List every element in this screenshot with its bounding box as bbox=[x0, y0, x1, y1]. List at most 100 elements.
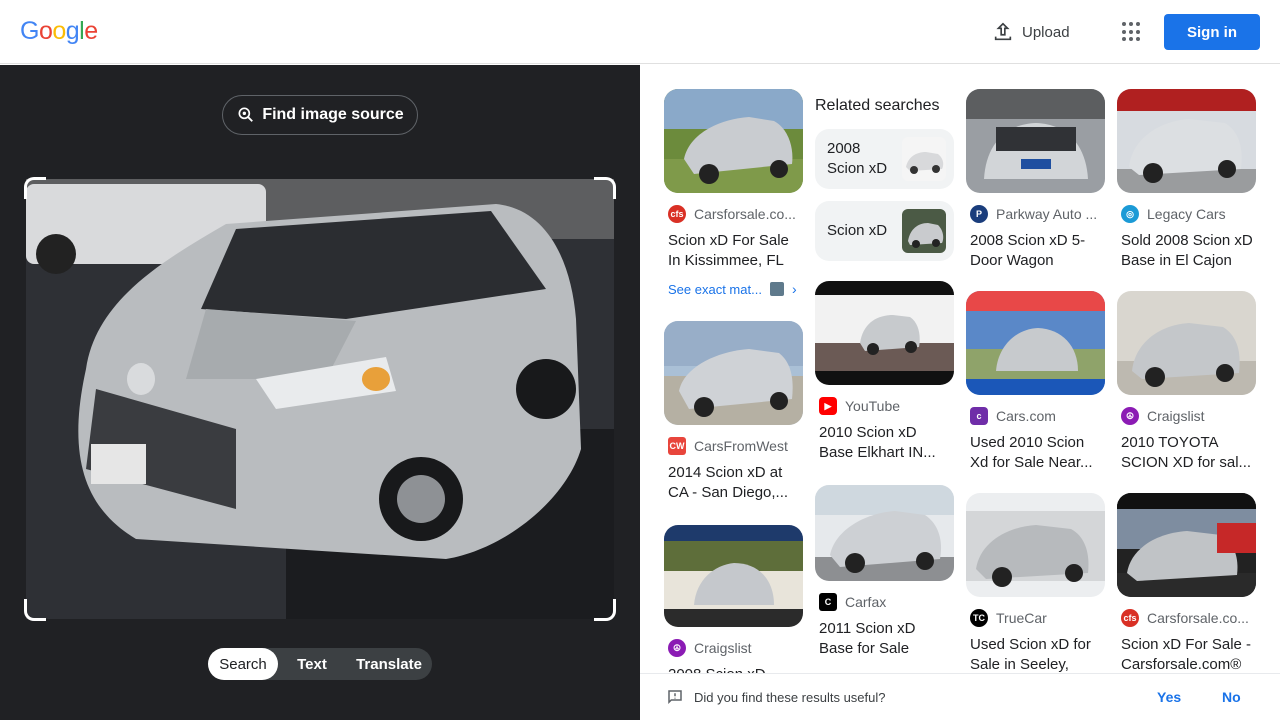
result-source: ◎ Legacy Cars bbox=[1121, 205, 1256, 223]
result-title[interactable]: Scion xD For Sale - Carsforsale.com® bbox=[1121, 635, 1253, 675]
related-search-label: 2008 Scion xD bbox=[827, 140, 888, 177]
carfax-icon: C bbox=[819, 593, 837, 611]
source-name: Parkway Auto ... bbox=[996, 206, 1098, 222]
upload-label: Upload bbox=[1022, 23, 1070, 41]
find-image-source-button[interactable]: Find image source bbox=[222, 95, 418, 135]
result-title[interactable]: Scion xD For Sale In Kissimmee, FL -... bbox=[668, 231, 800, 271]
find-image-source-label: Find image source bbox=[262, 106, 404, 123]
result-card[interactable]: c Cars.com Used 2010 Scion Xd for Sale N… bbox=[966, 291, 1105, 473]
crop-handle-bottom-right[interactable] bbox=[594, 599, 616, 621]
result-thumbnail[interactable] bbox=[966, 89, 1105, 193]
related-search-chip[interactable]: Scion xD bbox=[815, 201, 954, 261]
carsforsale-icon: cfs bbox=[668, 205, 686, 223]
feedback-question: Did you find these results useful? bbox=[694, 689, 886, 705]
tab-search[interactable]: Search bbox=[208, 648, 278, 680]
see-exact-matches-label: See exact mat... bbox=[668, 281, 762, 297]
result-source: c Cars.com bbox=[970, 407, 1105, 425]
truecar-icon: TC bbox=[970, 609, 988, 627]
feedback-bar: Did you find these results useful? Yes N… bbox=[640, 673, 1280, 720]
exact-match-thumbnail bbox=[769, 282, 784, 296]
craigslist-icon: ☮ bbox=[1121, 407, 1139, 425]
crop-handle-top-right[interactable] bbox=[594, 177, 616, 199]
source-name: YouTube bbox=[845, 398, 901, 414]
chevron-right-icon: › bbox=[791, 281, 797, 297]
result-thumbnail[interactable] bbox=[815, 485, 954, 581]
feedback-yes-button[interactable]: Yes bbox=[1157, 689, 1181, 705]
source-name: CarsFromWest bbox=[694, 438, 788, 454]
result-card[interactable]: C Carfax 2011 Scion xD Base for Sale (wi… bbox=[815, 485, 954, 659]
result-thumbnail[interactable] bbox=[1117, 89, 1256, 193]
related-search-thumbnail bbox=[902, 209, 946, 253]
related-search-thumbnail bbox=[902, 137, 946, 181]
craigslist-icon: ☮ bbox=[668, 639, 686, 657]
upload-button[interactable]: Upload bbox=[992, 20, 1070, 44]
feedback-no-button[interactable]: No bbox=[1222, 689, 1241, 705]
result-thumbnail[interactable] bbox=[664, 525, 803, 627]
carsfromwest-icon: CW bbox=[668, 437, 686, 455]
see-exact-matches-link[interactable]: See exact mat... › bbox=[668, 281, 797, 297]
result-source: ☮ Craigslist bbox=[1121, 407, 1256, 425]
query-image[interactable] bbox=[26, 179, 614, 619]
legacy-cars-icon: ◎ bbox=[1121, 205, 1139, 223]
result-card[interactable]: P Parkway Auto ... 2008 Scion xD 5-Door … bbox=[966, 89, 1105, 271]
result-title[interactable]: 2010 TOYOTA SCION XD for sal... bbox=[1121, 433, 1253, 473]
top-bar: Google Upload Sign in bbox=[0, 0, 1280, 64]
result-card[interactable]: ◎ Legacy Cars Sold 2008 Scion xD Base in… bbox=[1117, 89, 1256, 271]
result-thumbnail[interactable] bbox=[966, 493, 1105, 597]
result-title[interactable]: 2014 Scion xD at CA - San Diego,... bbox=[668, 463, 800, 503]
result-source: cfs Carsforsale.co... bbox=[1121, 609, 1256, 627]
youtube-icon: ▶ bbox=[819, 397, 837, 415]
sign-in-button[interactable]: Sign in bbox=[1164, 14, 1260, 50]
source-name: Craigslist bbox=[694, 640, 752, 656]
result-title[interactable]: Sold 2008 Scion xD Base in El Cajon bbox=[1121, 231, 1253, 271]
result-card[interactable]: ☮ Craigslist 2010 TOYOTA SCION XD for sa… bbox=[1117, 291, 1256, 473]
related-search-chip[interactable]: 2008 Scion xD bbox=[815, 129, 954, 189]
lens-search-icon bbox=[238, 107, 254, 122]
result-card[interactable]: cfs Carsforsale.co... Scion xD For Sale … bbox=[664, 89, 803, 271]
result-source: C Carfax bbox=[819, 593, 954, 611]
result-source: TC TrueCar bbox=[970, 609, 1105, 627]
source-name: TrueCar bbox=[996, 610, 1047, 626]
source-name: Cars.com bbox=[996, 408, 1056, 424]
result-title[interactable]: 2011 Scion xD Base for Sale (with... bbox=[819, 619, 951, 659]
carsforsale-icon: cfs bbox=[1121, 609, 1139, 627]
result-title[interactable]: Used 2010 Scion Xd for Sale Near... bbox=[970, 433, 1102, 473]
result-source: P Parkway Auto ... bbox=[970, 205, 1105, 223]
source-name: Carfax bbox=[845, 594, 887, 610]
related-searches-heading: Related searches bbox=[815, 97, 940, 114]
result-thumbnail[interactable] bbox=[1117, 493, 1256, 597]
parkway-auto-icon: P bbox=[970, 205, 988, 223]
related-search-label: Scion xD bbox=[827, 222, 888, 239]
result-thumbnail[interactable] bbox=[664, 89, 803, 193]
source-name: Craigslist bbox=[1147, 408, 1205, 424]
crop-handle-bottom-left[interactable] bbox=[24, 599, 46, 621]
result-thumbnail[interactable] bbox=[664, 321, 803, 425]
result-title[interactable]: Used Scion xD for Sale in Seeley, CA... bbox=[970, 635, 1102, 675]
apps-grid-icon[interactable] bbox=[1122, 22, 1142, 42]
google-logo[interactable]: Google bbox=[20, 17, 98, 46]
result-title[interactable]: 2010 Scion xD Base Elkhart IN... bbox=[819, 423, 951, 463]
result-thumbnail[interactable] bbox=[815, 281, 954, 385]
result-source: CW CarsFromWest bbox=[668, 437, 803, 455]
upload-icon bbox=[994, 22, 1012, 41]
cars-com-icon: c bbox=[970, 407, 988, 425]
results-panel: cfs Carsforsale.co... Scion xD For Sale … bbox=[640, 65, 1280, 720]
result-source: cfs Carsforsale.co... bbox=[668, 205, 803, 223]
feedback-icon bbox=[668, 690, 682, 705]
tab-translate[interactable]: Translate bbox=[346, 648, 432, 680]
result-card[interactable]: ▶ YouTube 2010 Scion xD Base Elkhart IN.… bbox=[815, 281, 954, 463]
source-name: Carsforsale.co... bbox=[1147, 610, 1249, 626]
result-title[interactable]: 2008 Scion xD 5-Door Wagon bbox=[970, 231, 1102, 271]
crop-handle-top-left[interactable] bbox=[24, 177, 46, 199]
mode-tabs: Search Text Translate bbox=[208, 648, 432, 680]
result-card[interactable]: CW CarsFromWest 2014 Scion xD at CA - Sa… bbox=[664, 321, 803, 503]
result-thumbnail[interactable] bbox=[1117, 291, 1256, 395]
result-card[interactable]: cfs Carsforsale.co... Scion xD For Sale … bbox=[1117, 493, 1256, 675]
result-source: ▶ YouTube bbox=[819, 397, 954, 415]
result-thumbnail[interactable] bbox=[966, 291, 1105, 395]
source-name: Carsforsale.co... bbox=[694, 206, 796, 222]
result-card[interactable]: TC TrueCar Used Scion xD for Sale in See… bbox=[966, 493, 1105, 675]
tab-text[interactable]: Text bbox=[278, 648, 346, 680]
result-source: ☮ Craigslist bbox=[668, 639, 803, 657]
source-name: Legacy Cars bbox=[1147, 206, 1226, 222]
